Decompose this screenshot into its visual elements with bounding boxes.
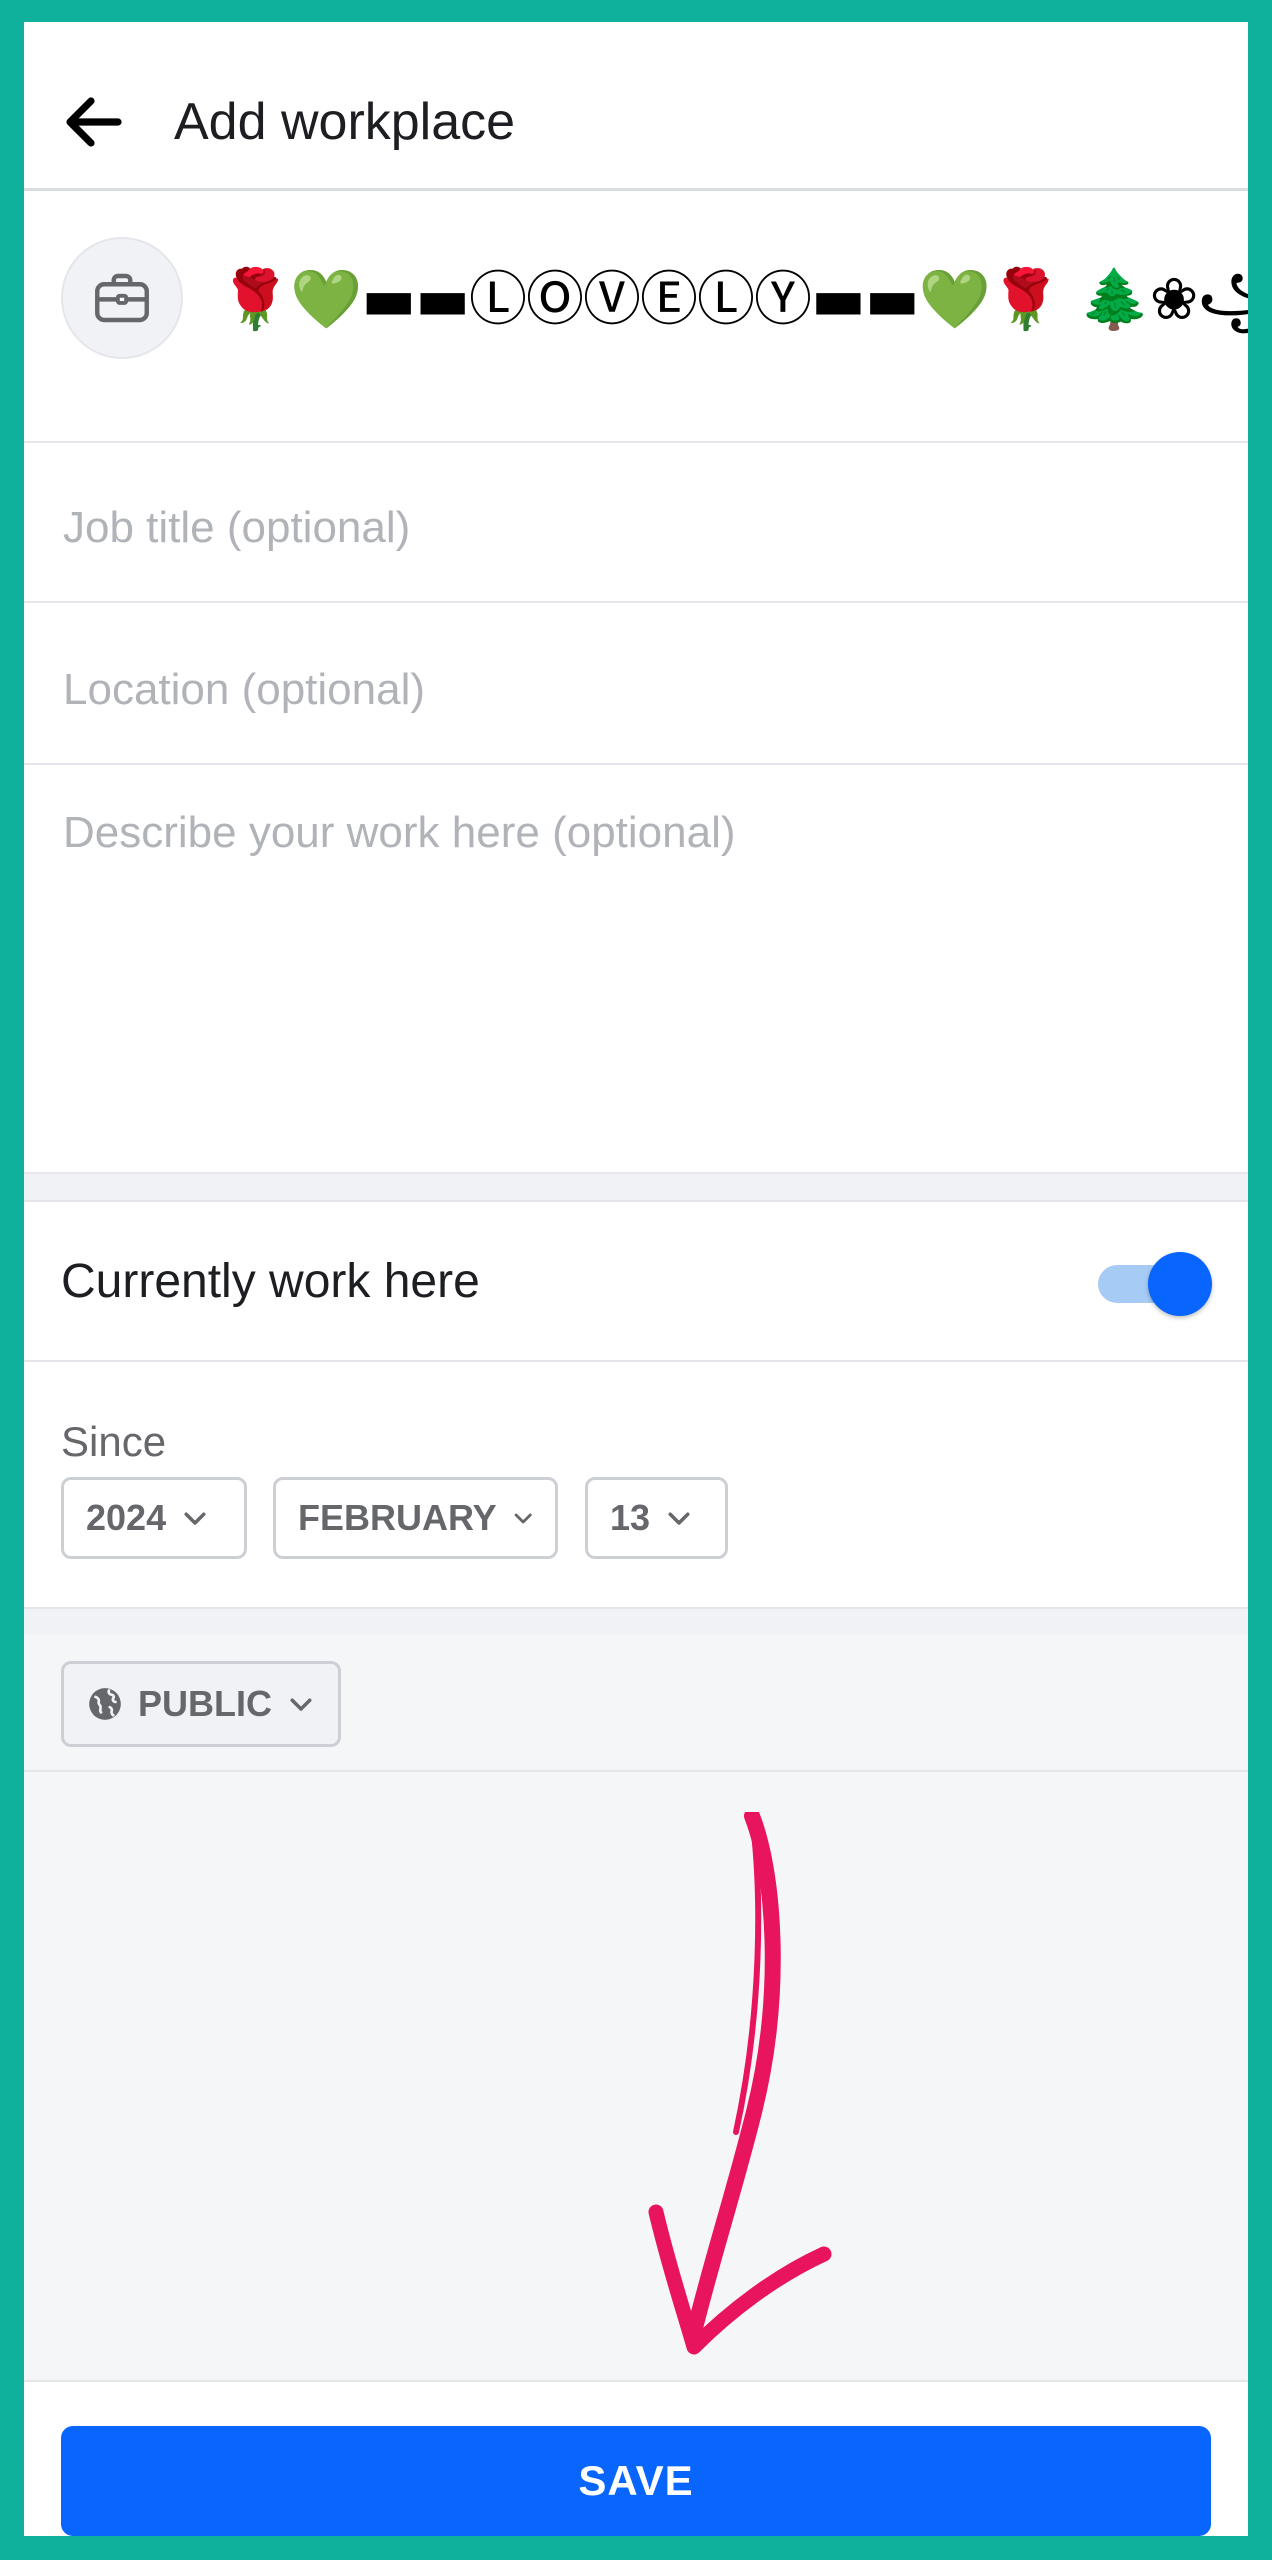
privacy-row: PUBLIC bbox=[24, 1635, 1248, 1772]
arrow-left-icon bbox=[66, 97, 122, 147]
save-button[interactable]: SAVE bbox=[61, 2426, 1211, 2536]
currently-work-here-label: Currently work here bbox=[61, 1255, 480, 1308]
empty-content-area bbox=[24, 1772, 1248, 2392]
day-select[interactable]: 13 bbox=[585, 1477, 728, 1559]
page-title: Add workplace bbox=[174, 93, 516, 151]
currently-work-here-row: Currently work here bbox=[24, 1202, 1248, 1362]
company-avatar bbox=[61, 237, 183, 359]
back-button[interactable] bbox=[54, 82, 134, 162]
location-input[interactable] bbox=[61, 661, 1211, 719]
since-row: Since 2024 FEBRUARY 13 bbox=[24, 1362, 1248, 1607]
description-row bbox=[24, 765, 1248, 1160]
job-title-input[interactable] bbox=[61, 499, 1211, 557]
currently-work-here-toggle[interactable] bbox=[1094, 1246, 1212, 1316]
description-textarea[interactable] bbox=[61, 803, 1211, 1127]
toggle-thumb bbox=[1148, 1252, 1212, 1316]
year-value: 2024 bbox=[86, 1497, 167, 1538]
year-select[interactable]: 2024 bbox=[61, 1477, 247, 1559]
save-bar: SAVE bbox=[24, 2380, 1248, 2536]
chevron-down-icon bbox=[290, 1698, 312, 1711]
company-name: 🌹💚▬▬ⓁⓄⓋⒺⓁⓎ▬▬💚🌹 🌲❀꧁#ℕ𝕚𝕚𝕚ℂ𝕖꧂❀🌲🌹 bbox=[219, 265, 1248, 333]
chevron-down-icon bbox=[514, 1513, 532, 1524]
since-label: Since bbox=[61, 1418, 167, 1465]
company-row[interactable]: 🌹💚▬▬ⓁⓄⓋⒺⓁⓎ▬▬💚🌹 🌲❀꧁#ℕ𝕚𝕚𝕚ℂ𝕖꧂❀🌲🌹 bbox=[24, 191, 1248, 443]
app-frame: Add workplace 🌹💚▬▬ⓁⓄⓋⒺⓁⓎ▬▬💚🌹 🌲❀꧁#ℕ𝕚𝕚𝕚ℂ𝕖꧂… bbox=[24, 22, 1248, 2536]
chevron-down-icon bbox=[184, 1512, 206, 1525]
privacy-value: PUBLIC bbox=[138, 1683, 272, 1724]
month-select[interactable]: FEBRUARY bbox=[273, 1477, 558, 1559]
section-divider bbox=[24, 1607, 1248, 1637]
job-title-row bbox=[24, 441, 1248, 603]
privacy-select[interactable]: PUBLIC bbox=[61, 1661, 341, 1747]
briefcase-icon bbox=[95, 273, 149, 323]
chevron-down-icon bbox=[668, 1512, 690, 1525]
globe-icon bbox=[89, 1688, 121, 1720]
section-divider bbox=[24, 1172, 1248, 1202]
header: Add workplace bbox=[24, 22, 1248, 191]
month-value: FEBRUARY bbox=[298, 1497, 497, 1538]
location-row bbox=[24, 603, 1248, 765]
day-value: 13 bbox=[610, 1497, 651, 1538]
